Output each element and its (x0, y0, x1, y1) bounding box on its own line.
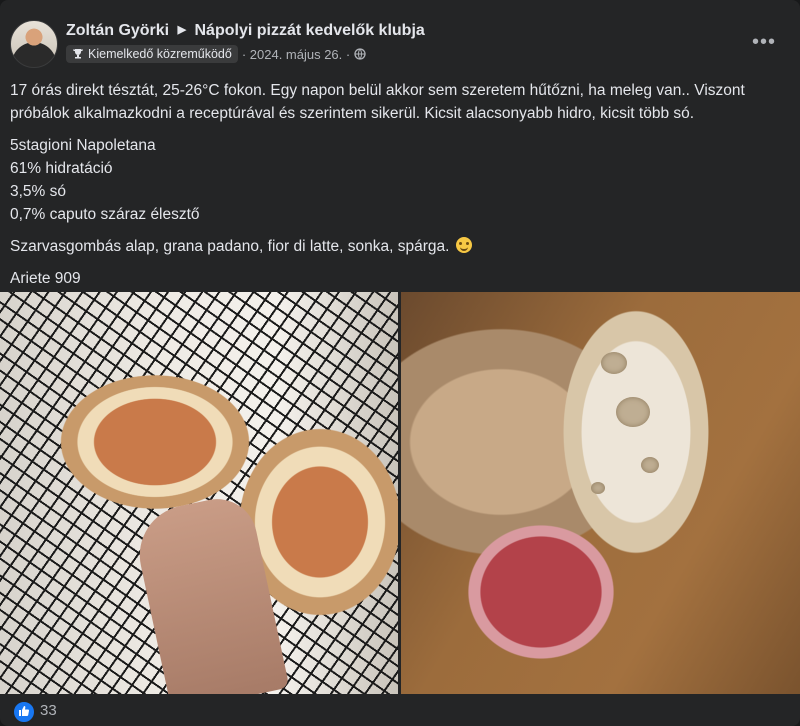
post-paragraph: 17 órás direkt tésztát, 25-26°C fokon. E… (10, 82, 745, 122)
contributor-badge[interactable]: Kiemelkedő közreműködő (66, 45, 238, 63)
post-card: Zoltán Györki ▶ Nápolyi pizzát kedvelők … (0, 0, 800, 726)
recipe-line: 3,5% só (10, 183, 67, 200)
toppings-text: Szarvasgombás alap, grana padano, fior d… (10, 238, 450, 255)
reaction-count[interactable]: 33 (40, 702, 57, 719)
crumb-hole (641, 457, 659, 473)
photo-crust-closeup[interactable] (401, 292, 800, 694)
crumb-hole (601, 352, 627, 374)
photo-pizzas-on-rack[interactable] (0, 292, 398, 694)
oven-paragraph: Ariete 909 (10, 270, 81, 287)
recipe-line: 5stagioni Napoletana (10, 137, 156, 154)
toppings-paragraph: Szarvasgombás alap, grana padano, fior d… (10, 235, 790, 258)
photo-grid (0, 292, 800, 694)
badge-label: Kiemelkedő közreműködő (88, 47, 232, 61)
group-name[interactable]: Nápolyi pizzát kedvelők klubja (195, 22, 425, 39)
author-name[interactable]: Zoltán Györki (66, 22, 169, 39)
more-options-button[interactable]: ••• (748, 28, 780, 60)
reactions-bar: 33 (0, 694, 800, 726)
smiling-face-emoji (455, 237, 472, 253)
post-date[interactable]: · 2024. május 26. · (242, 47, 350, 62)
post-header: Zoltán Györki ▶ Nápolyi pizzát kedvelők … (10, 20, 790, 70)
like-icon[interactable] (12, 700, 36, 724)
author-avatar[interactable] (10, 20, 58, 68)
hand-shape (130, 491, 290, 694)
recipe-line: 0,7% caputo száraz élesztő (10, 206, 200, 223)
post-body: 17 órás direkt tésztát, 25-26°C fokon. E… (10, 79, 790, 299)
recipe-line: 61% hidratáció (10, 160, 113, 177)
more-icon: ••• (751, 31, 776, 53)
crumb-hole (591, 482, 605, 494)
caret-right-icon: ▶ (177, 24, 187, 36)
globe-icon (354, 48, 366, 60)
trophy-icon (72, 49, 84, 59)
post-meta: Kiemelkedő közreműködő · 2024. május 26.… (66, 45, 366, 63)
post-title: Zoltán Györki ▶ Nápolyi pizzát kedvelők … (66, 22, 425, 40)
crumb-hole (616, 397, 650, 427)
